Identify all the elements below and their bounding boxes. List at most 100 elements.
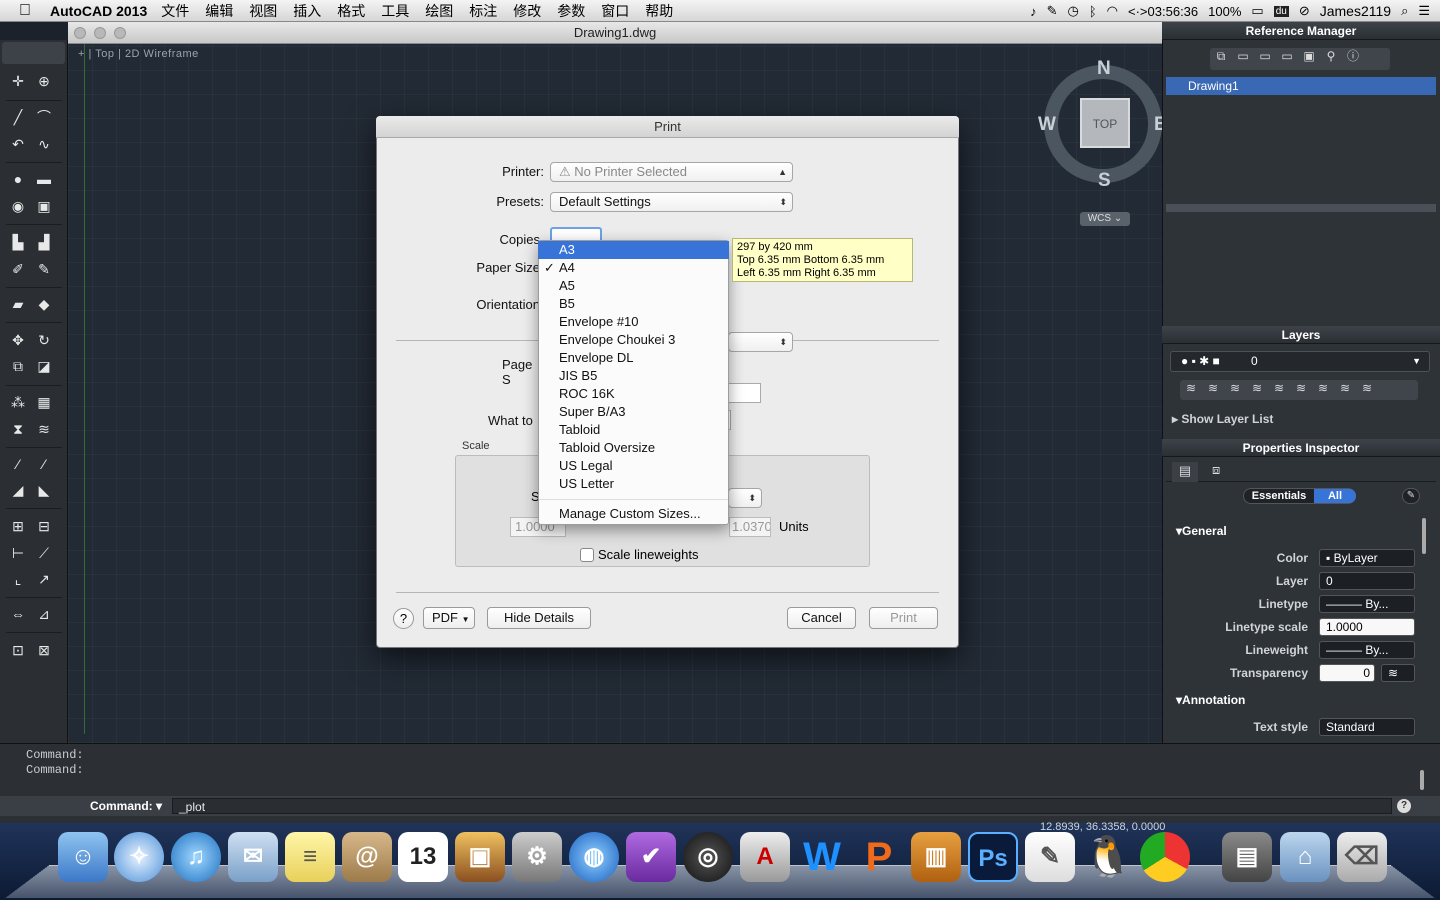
app-options-popup[interactable]: ⬍ xyxy=(728,332,793,352)
reference-item[interactable]: Drawing1 xyxy=(1166,77,1436,95)
region-icon[interactable]: ▣ xyxy=(34,197,54,215)
menu-file[interactable]: 文件 xyxy=(161,1,189,21)
scale-lineweights-checkbox[interactable] xyxy=(580,548,594,562)
address-book-icon[interactable]: @ xyxy=(342,832,392,882)
mtext-icon[interactable]: ⊿ xyxy=(34,605,54,623)
rectangle-icon[interactable]: ▬ xyxy=(34,170,54,188)
zoom-icon[interactable]: ⊡ xyxy=(8,641,28,659)
layer-dropdown[interactable]: 0 ▼ ● ▪ ✱ ■ xyxy=(1170,351,1430,372)
app-name-menu[interactable]: AutoCAD 2013 xyxy=(50,3,147,19)
textedit-icon[interactable]: ✎ xyxy=(1025,832,1075,882)
paper-size-option[interactable]: Super B/A3 xyxy=(538,403,729,421)
layer-icon[interactable]: ≋ xyxy=(1268,380,1290,396)
stickies-icon[interactable]: ≡ xyxy=(285,832,335,882)
menu-dimension[interactable]: 标注 xyxy=(469,1,497,21)
compass-north[interactable]: N xyxy=(1097,58,1111,80)
battery-icon[interactable]: ▭ xyxy=(1251,3,1263,19)
layer-icon[interactable]: ≋ xyxy=(1224,380,1246,396)
reference-manager-header[interactable]: Reference Manager xyxy=(1162,22,1440,40)
paper-size-option[interactable]: Envelope DL xyxy=(538,349,729,367)
text-style-dropdown[interactable]: Standard xyxy=(1319,718,1415,736)
menu-draw[interactable]: 绘图 xyxy=(425,1,453,21)
line-icon[interactable]: ╱ xyxy=(8,108,28,126)
menu-parametric[interactable]: 参数 xyxy=(557,1,585,21)
layers-tab-icon[interactable]: ⧈ xyxy=(1212,462,1220,478)
music-icon[interactable]: ♪ xyxy=(1030,4,1037,19)
print-button[interactable]: Print xyxy=(869,607,938,629)
panel-resize-handle[interactable] xyxy=(1166,204,1436,212)
bluetooth-icon[interactable]: ᛒ xyxy=(1089,4,1097,19)
menu-format[interactable]: 格式 xyxy=(337,1,365,21)
view-cube-top[interactable]: TOP xyxy=(1080,98,1130,148)
menu-window[interactable]: 窗口 xyxy=(601,1,629,21)
scale-popup[interactable]: ⬍ xyxy=(728,488,762,508)
itunes-icon[interactable]: ♫ xyxy=(171,832,221,882)
command-scrollbar[interactable] xyxy=(1420,770,1424,790)
command-label[interactable]: Command: ▾ xyxy=(90,799,162,813)
wifi-icon[interactable]: ◠ xyxy=(1107,3,1118,19)
measure-icon[interactable]: ✎ xyxy=(34,260,54,278)
photoshop-icon[interactable]: Ps xyxy=(968,832,1018,882)
paper-size-option[interactable]: JIS B5 xyxy=(538,367,729,385)
downloads-icon[interactable]: ▤ xyxy=(1222,832,1272,882)
select-icon[interactable]: ✛ xyxy=(8,72,28,90)
view-name[interactable]: Top xyxy=(95,48,114,60)
facetime-icon[interactable]: ◎ xyxy=(683,832,733,882)
stretch-icon[interactable]: ◪ xyxy=(34,357,54,375)
join-icon[interactable]: ⊟ xyxy=(34,517,54,535)
layer-icon[interactable]: ≋ xyxy=(1202,380,1224,396)
aligned-dimension-icon[interactable]: ⟋ xyxy=(34,544,54,562)
offset-icon[interactable]: ≋ xyxy=(34,420,54,438)
paper-size-option[interactable]: Envelope #10 xyxy=(538,313,729,331)
powerpoint-icon[interactable]: P xyxy=(854,832,904,882)
insert-block-icon[interactable]: ▟ xyxy=(34,233,54,251)
paper-size-option[interactable]: B5 xyxy=(538,295,729,313)
show-layer-list[interactable]: ▸ Show Layer List xyxy=(1172,412,1273,426)
gradient-icon[interactable]: ▰ xyxy=(8,295,28,313)
array-icon[interactable]: ▦ xyxy=(34,393,54,411)
view-cube[interactable]: TOP N S W E xyxy=(1038,58,1167,191)
mail-icon[interactable]: ✉ xyxy=(228,832,278,882)
chamfer-icon[interactable]: ◣ xyxy=(34,481,54,499)
autocad-icon[interactable]: A xyxy=(740,832,790,882)
paper-size-option[interactable]: Tabloid Oversize xyxy=(538,439,729,457)
baidu-icon[interactable]: du xyxy=(1273,5,1289,17)
visual-style[interactable]: 2D Wireframe xyxy=(125,48,199,60)
properties-inspector-header[interactable]: Properties Inspector xyxy=(1162,439,1440,457)
safari-icon[interactable]: ✧ xyxy=(114,832,164,882)
layer-prop-dropdown[interactable]: 0 xyxy=(1319,572,1415,590)
lineweight-dropdown[interactable]: ——— By... xyxy=(1319,641,1415,659)
compass-west[interactable]: W xyxy=(1038,114,1056,136)
menu-edit[interactable]: 编辑 xyxy=(205,1,233,21)
calendar-icon[interactable]: 13 xyxy=(398,832,448,882)
paper-size-option[interactable]: Tabloid xyxy=(538,421,729,439)
apple-icon[interactable]:  xyxy=(0,2,50,20)
command-input[interactable]: _plot xyxy=(172,798,1392,814)
all-tab[interactable]: All xyxy=(1314,489,1356,503)
circle-icon[interactable]: ● xyxy=(8,170,28,188)
transparency-input[interactable]: 0 xyxy=(1319,664,1375,682)
wcs-menu[interactable]: WCS ⌄ xyxy=(1080,212,1130,226)
tools-icon[interactable]: ✎ xyxy=(1047,3,1058,19)
viewport-controls[interactable]: + | Top | 2D Wireframe xyxy=(78,48,199,60)
bind-icon[interactable]: ▣ xyxy=(1298,48,1320,64)
zoom-window-button[interactable] xyxy=(114,27,126,39)
tool-palette-header[interactable] xyxy=(2,42,65,64)
path-icon[interactable]: ⚲ xyxy=(1320,48,1342,64)
spotlight-icon[interactable]: ⌕ xyxy=(1401,3,1408,19)
paper-size-option[interactable]: US Legal xyxy=(538,457,729,475)
finder-icon[interactable]: ☺ xyxy=(58,832,108,882)
color-dropdown[interactable]: ▪ ByLayer xyxy=(1319,549,1415,567)
menu-view[interactable]: 视图 xyxy=(249,1,277,21)
erase-icon[interactable]: ◆ xyxy=(34,295,54,313)
zoom-previous-icon[interactable]: ⊠ xyxy=(34,641,54,659)
info-icon[interactable]: ⓘ xyxy=(1342,48,1364,64)
qq-icon[interactable]: 🐧 xyxy=(1083,832,1133,882)
paper-size-option[interactable]: ✓ A4 xyxy=(538,259,729,277)
menu-insert[interactable]: 插入 xyxy=(293,1,321,21)
pick-icon[interactable]: ✎ xyxy=(1402,488,1420,504)
applications-icon[interactable]: ⌂ xyxy=(1280,832,1330,882)
pan-icon[interactable]: ⊕ xyxy=(34,72,54,90)
help-button[interactable]: ? xyxy=(393,608,414,629)
extend-icon[interactable]: ⁄ xyxy=(34,455,54,473)
